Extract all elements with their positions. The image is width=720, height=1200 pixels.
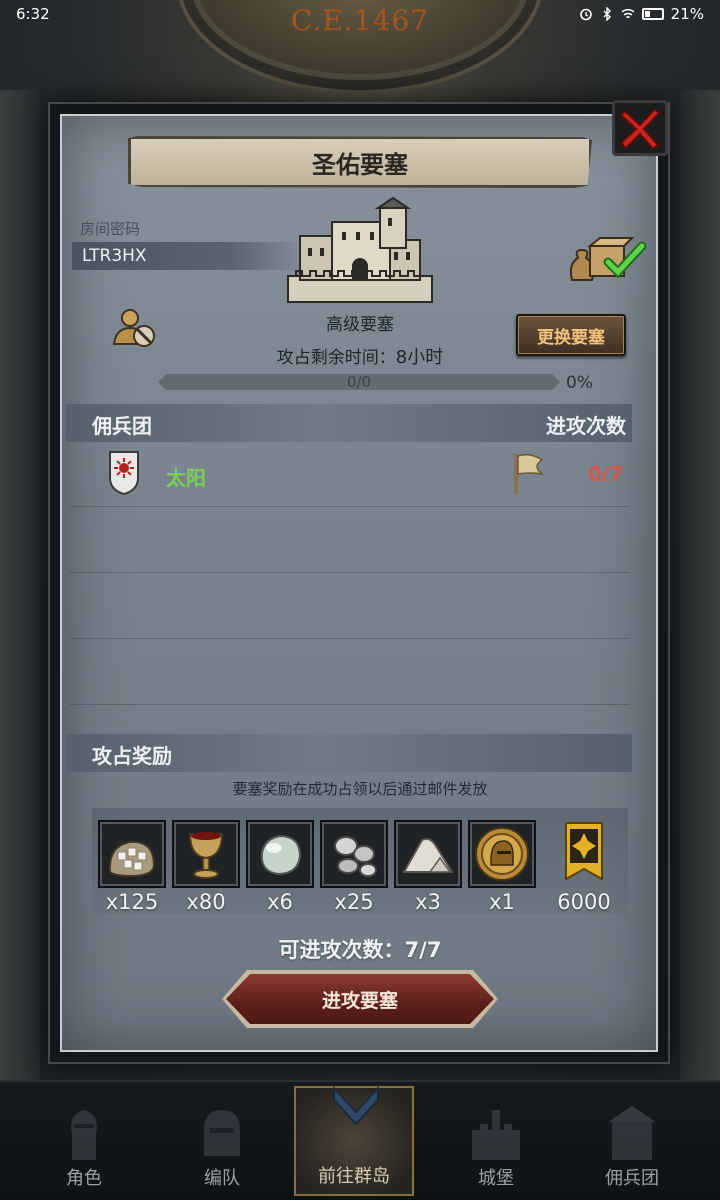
nav-item-castle[interactable]: 城堡 — [436, 1086, 556, 1196]
nav-item-formation[interactable]: 编队 — [162, 1086, 282, 1196]
status-time: 6:32 — [16, 5, 50, 23]
nav-item-islands[interactable]: 前往群岛 — [294, 1085, 414, 1196]
reward-item[interactable]: x25 — [320, 820, 388, 914]
mercenary-attack-count: 0/7 — [588, 462, 624, 486]
nav-label: 角色 — [66, 1168, 102, 1189]
attack-fortress-button[interactable]: 进攻要塞 — [226, 974, 494, 1024]
flag-icon — [514, 453, 545, 494]
mercenary-name[interactable]: 太阳 — [166, 462, 206, 491]
helmet-icon — [204, 1110, 240, 1156]
reward-quantity: x80 — [186, 890, 226, 914]
battery-level: 21% — [670, 5, 704, 23]
close-icon — [619, 107, 661, 151]
row-divider — [70, 638, 630, 639]
capture-progress-text: 0/0 — [346, 373, 372, 391]
close-button[interactable] — [612, 100, 668, 156]
pearl-stone-icon — [260, 834, 302, 876]
row-divider — [70, 572, 630, 573]
salt-pile-icon — [402, 837, 454, 873]
reward-quantity: x25 — [334, 890, 374, 914]
dialog-title: 圣佑要塞 — [128, 136, 592, 188]
timer-label: 攻占剩余时间： — [276, 348, 396, 368]
rewards-note: 要塞奖励在成功占领以后通过邮件发放 — [232, 780, 488, 798]
knight-icon — [71, 1110, 97, 1160]
reward-item[interactable]: x1 — [468, 820, 536, 914]
guild-shield-icon — [109, 451, 139, 496]
supplies-checked-icon[interactable] — [568, 236, 648, 282]
knight-medal-icon — [475, 827, 529, 881]
timer-value: 8小时 — [395, 347, 444, 368]
goblet-icon — [188, 832, 224, 879]
nav-label: 编队 — [204, 1168, 240, 1189]
change-fortress-button[interactable]: 更换要塞 — [516, 314, 626, 356]
attacks-remaining-label: 可进攻次数： — [278, 938, 405, 962]
alarm-icon — [579, 8, 592, 21]
reward-item[interactable]: x6 — [246, 820, 314, 914]
attacks-remaining-value: 7/7 — [404, 938, 442, 962]
chevron-down-icon — [333, 1085, 379, 1126]
capture-progress-percent: 0% — [566, 373, 593, 393]
nav-label: 佣兵团 — [605, 1168, 659, 1189]
nav-item-character[interactable]: 角色 — [24, 1086, 144, 1196]
wifi-icon — [621, 8, 635, 19]
reward-item[interactable]: 6000 — [550, 820, 618, 914]
room-code-value: LTR3HX — [82, 246, 147, 266]
row-divider — [70, 506, 630, 507]
reward-item[interactable]: x3 — [394, 820, 462, 914]
row-divider — [70, 704, 630, 705]
reward-quantity: x6 — [267, 890, 293, 914]
battery-icon — [641, 8, 664, 20]
reward-quantity: x1 — [489, 890, 515, 914]
banner-emblem-icon — [565, 822, 603, 881]
rewards-header: 攻占奖励 — [92, 744, 172, 768]
reward-quantity: x3 — [415, 890, 441, 914]
nav-item-mercenary[interactable]: 佣兵团 — [572, 1086, 692, 1196]
mercenary-header: 佣兵团 — [92, 414, 152, 438]
reward-item[interactable]: x80 — [172, 820, 240, 914]
reward-quantity: x125 — [105, 890, 159, 914]
reward-item[interactable]: x125 — [98, 820, 166, 914]
castle-icon — [287, 196, 433, 303]
attack-count-header: 进攻次数 — [546, 414, 626, 438]
nav-label: 城堡 — [478, 1168, 514, 1189]
room-code-label: 房间密码 — [80, 220, 141, 238]
sugar-sack-icon — [108, 840, 156, 878]
mercenary-guild-icon — [608, 1106, 656, 1160]
castle-tower-icon — [472, 1110, 520, 1160]
status-bar: 6:32 21% — [0, 0, 720, 28]
status-icons: 21% — [579, 5, 704, 23]
bluetooth-icon — [603, 7, 611, 21]
nav-label: 前往群岛 — [318, 1166, 390, 1187]
silver-ore-icon — [334, 836, 377, 877]
reward-quantity: 6000 — [557, 890, 611, 914]
attacks-remaining: 可进攻次数：7/7 — [0, 934, 720, 964]
